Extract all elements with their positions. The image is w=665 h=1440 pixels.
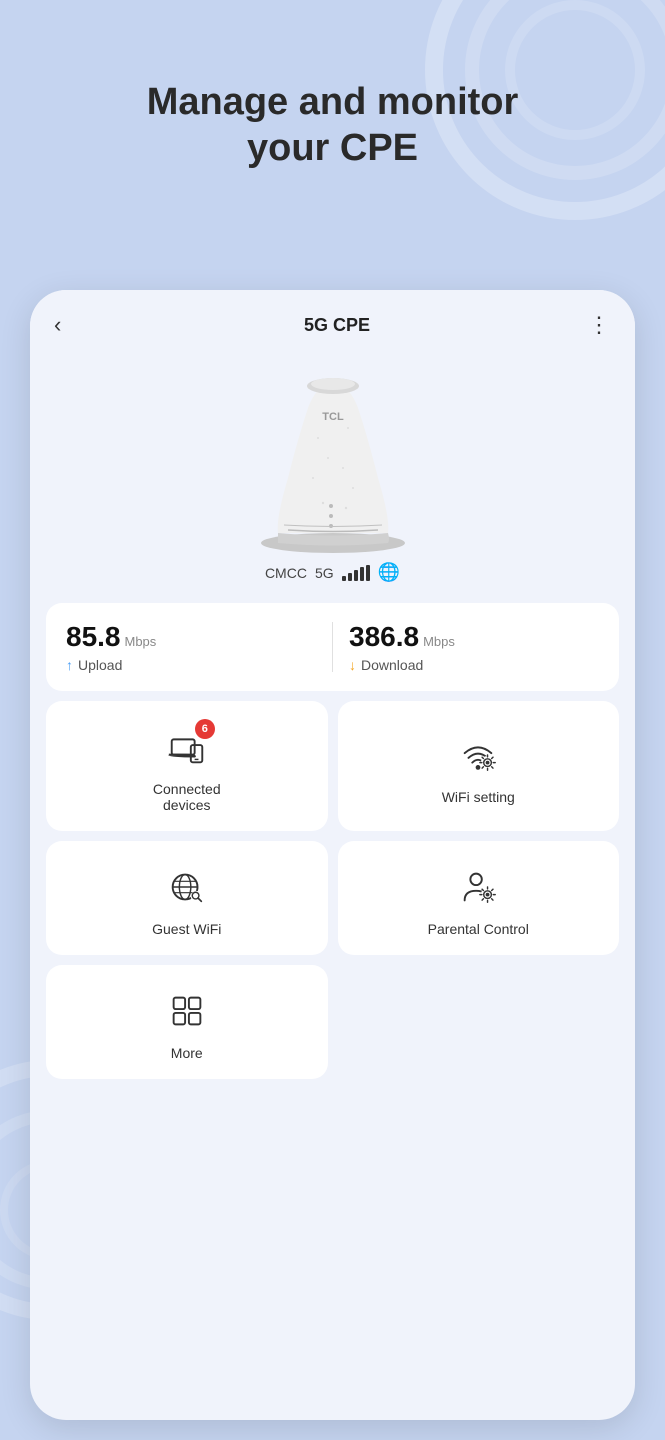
upload-speed: 85.8 Mbps ↑ Upload [66, 621, 316, 673]
more-label: More [171, 1045, 203, 1061]
speed-divider [332, 622, 333, 672]
upload-arrow-icon: ↑ [66, 657, 73, 673]
svg-text:TCL: TCL [322, 411, 344, 423]
signal-strength-icon [342, 565, 370, 581]
menu-grid: 6 Connecteddevices [46, 701, 619, 955]
back-button[interactable]: ‹ [54, 312, 86, 338]
upload-unit: Mbps [125, 634, 157, 649]
connected-devices-button[interactable]: 6 Connecteddevices [46, 701, 328, 831]
download-unit: Mbps [423, 634, 455, 649]
speed-card: 85.8 Mbps ↑ Upload 386.8 Mbps ↓ Download [46, 603, 619, 691]
phone-card: ‹ 5G CPE ⋮ [30, 290, 635, 1420]
guest-wifi-label: Guest WiFi [152, 921, 221, 937]
connected-devices-label: Connecteddevices [153, 781, 221, 813]
download-speed: 386.8 Mbps ↓ Download [349, 621, 599, 673]
wifi-setting-icon [454, 731, 502, 779]
guest-wifi-button[interactable]: Guest WiFi [46, 841, 328, 955]
download-arrow-icon: ↓ [349, 657, 356, 673]
more-button[interactable]: More [46, 965, 328, 1079]
router-area: TCL CMCC 5G 🌐 [30, 348, 635, 589]
more-menu-button[interactable]: ⋮ [588, 312, 611, 338]
globe-icon: 🌐 [378, 562, 400, 583]
parental-control-icon [454, 863, 502, 911]
connected-devices-icon: 6 [163, 723, 211, 771]
more-icon [163, 987, 211, 1035]
network-info: CMCC 5G 🌐 [265, 562, 400, 583]
upload-label: Upload [78, 657, 122, 673]
parental-control-label: Parental Control [428, 921, 529, 937]
carrier-name: CMCC [265, 565, 307, 581]
more-row: More [46, 965, 619, 1079]
wifi-setting-button[interactable]: WiFi setting [338, 701, 620, 831]
parental-control-button[interactable]: Parental Control [338, 841, 620, 955]
phone-header: ‹ 5G CPE ⋮ [30, 290, 635, 348]
network-type: 5G [315, 565, 334, 581]
download-label: Download [361, 657, 423, 673]
connected-devices-badge: 6 [195, 719, 215, 739]
wifi-setting-label: WiFi setting [442, 789, 515, 805]
device-title: 5G CPE [304, 315, 370, 336]
page-title: Manage and monitor your CPE [0, 80, 665, 171]
guest-wifi-icon [163, 863, 211, 911]
download-value: 386.8 [349, 621, 419, 653]
router-image: TCL [238, 358, 428, 558]
upload-value: 85.8 [66, 621, 121, 653]
